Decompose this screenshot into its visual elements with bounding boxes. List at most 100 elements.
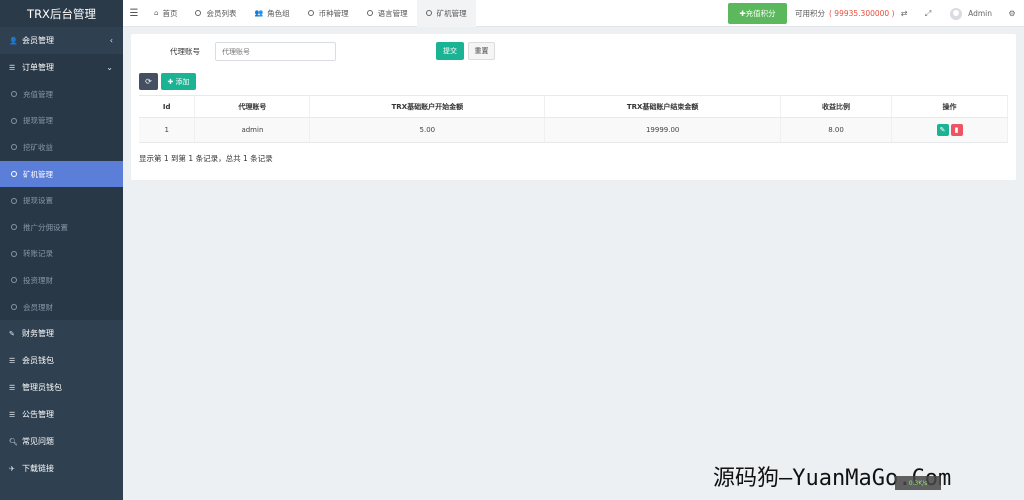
sidebar-subitem-label: 挖矿收益 [23,142,53,152]
row-actions: ✎ ▮ [936,124,963,136]
menu-toggle-icon[interactable]: ☰ [123,8,145,19]
tab-language[interactable]: 语言管理 [358,0,417,27]
pencil-icon: ✎ [939,126,946,134]
list-icon: ☰ [9,356,16,365]
circle-icon [11,117,17,124]
sidebar-subitem-label: 提现设置 [23,196,53,206]
cell-agent-account: admin [194,117,311,143]
circle-icon [366,10,373,16]
fullscreen-icon[interactable]: ⤢ [916,9,940,19]
topbar-right: ⇄ ⤢ Admin ⚙ [892,0,1024,27]
avatar[interactable] [950,7,963,20]
sidebar-subitem-investment[interactable]: 投资理财 [0,267,123,294]
app-title: TRX后台管理 [0,0,123,27]
recharge-points-button[interactable]: ✚充值积分 [728,3,787,24]
tab-label: 语言管理 [377,8,408,18]
sidebar-item-admin-wallet[interactable]: ☰ 管理员钱包 [0,374,123,401]
points-value: ( 99935.300000 ) [829,9,895,18]
sidebar-subitem-mining-income[interactable]: 挖矿收益 [0,134,123,161]
column-header-end-amount[interactable]: TRX基础账户结束金额 [544,95,782,118]
edit-button[interactable]: ✎ [936,124,949,136]
users-icon: 👥 [254,9,264,17]
tab-roles[interactable]: 👥 角色组 [245,0,298,27]
cell-actions: ✎ ▮ [891,117,1008,143]
trash-icon: ▮ [954,126,959,134]
pagination-info: 显示第 1 到第 1 条记录，总共 1 条记录 [139,154,273,163]
gear-icon[interactable]: ⚙ [1000,9,1024,18]
circle-icon [11,144,17,151]
column-header-start-amount[interactable]: TRX基础账户开始金额 [309,95,546,118]
circle-icon [11,304,17,311]
sidebar-item-download-links[interactable]: ✈ 下载链接 [0,455,123,482]
sidebar-item-faq[interactable]: 🔍︎ 常见问题 [0,428,123,455]
user-icon: 👤 [9,36,18,45]
sidebar-subitem-label: 充值管理 [23,89,53,99]
sidebar-item-member-management[interactable]: 👤 会员管理 ‹ [0,27,123,54]
sidebar-subitem-transfer-records[interactable]: 转账记录 [0,241,123,268]
sidebar-item-label: 会员管理 [22,36,54,45]
sidebar-subitem-label: 提现管理 [23,116,53,126]
sidebar-subitem-commission-settings[interactable]: 推广分佣设置 [0,214,123,241]
sidebar-item-label: 订单管理 [22,63,54,72]
edit-icon: ✎ [9,329,15,338]
circle-icon [195,10,202,16]
sidebar-item-label: 管理员钱包 [22,383,62,393]
sidebar-subitem-withdraw[interactable]: 提现管理 [0,108,123,135]
available-points: 可用积分 ( 99935.300000 ) [795,0,895,27]
circle-icon [11,197,17,204]
tab-label: 矿机管理 [436,8,467,18]
tab-member-list[interactable]: 会员列表 [186,0,245,27]
order-submenu: 充值管理 提现管理 挖矿收益 矿机管理 提现设置 推广分佣设置 转账记录 投资理… [0,81,123,321]
main-panel: 代理账号 提交 重置 ⟳ ✚ 添加 Id 代理账号 TRX基础账户开始金额 TR… [131,34,1016,180]
tab-label: 会员列表 [206,8,237,18]
cell-id: 1 [139,117,196,143]
sidebar-item-order-management[interactable]: ☰ 订单管理 ⌄ [0,54,123,81]
sidebar-subitem-label: 推广分佣设置 [23,222,68,232]
sidebar: TRX后台管理 👤 会员管理 ‹ ☰ 订单管理 ⌄ 充值管理 提现管理 挖矿收益… [0,0,123,500]
table-header-row: Id 代理账号 TRX基础账户开始金额 TRX基础账户结束金额 收益比例 操作 [139,95,1008,118]
sidebar-item-label: 财务管理 [22,329,54,339]
top-navbar: ☰ ⌂ 首页 会员列表 👥 角色组 币种管理 语言管理 矿机管理 ✚充值积分 可用积… [123,0,1024,27]
circle-icon [11,277,17,284]
circle-icon [11,171,17,178]
tab-currency[interactable]: 币种管理 [299,0,358,27]
miner-table: Id 代理账号 TRX基础账户开始金额 TRX基础账户结束金额 收益比例 操作 … [139,95,1008,143]
reset-button[interactable]: 重置 [468,42,495,60]
language-icon[interactable]: ⇄ [892,9,916,18]
circle-icon [11,250,17,257]
column-header-id[interactable]: Id [139,95,196,118]
sidebar-subitem-label: 矿机管理 [23,169,53,179]
tab-home[interactable]: ⌂ 首页 [145,0,186,27]
sidebar-item-announcements[interactable]: ☰ 公告管理 [0,401,123,428]
sidebar-subitem-miner-management[interactable]: 矿机管理 [0,160,123,188]
cell-start-amount: 5.00 [309,117,546,143]
sidebar-subitem-recharge[interactable]: 充值管理 [0,81,123,108]
admin-name[interactable]: Admin [968,9,992,18]
cell-profit-ratio: 8.00 [780,117,893,143]
column-header-profit-ratio[interactable]: 收益比例 [780,95,893,118]
sidebar-subitem-label: 会员理财 [23,302,53,312]
column-header-agent-account[interactable]: 代理账号 [194,95,311,118]
home-icon: ⌂ [154,9,159,17]
tab-miner-management[interactable]: 矿机管理 [416,0,476,27]
sidebar-item-label: 会员钱包 [22,356,54,366]
list-icon: ☰ [9,410,16,419]
sidebar-subitem-member-finance[interactable]: 会员理财 [0,294,123,321]
tab-label: 角色组 [267,8,290,18]
network-speed-badge: 0.3K/s [895,476,941,490]
delete-button[interactable]: ▮ [950,124,963,136]
refresh-button[interactable]: ⟳ [139,73,158,90]
sidebar-subitem-withdraw-settings[interactable]: 提现设置 [0,187,123,214]
submit-button[interactable]: 提交 [436,42,464,60]
tab-label: 首页 [162,8,178,18]
sidebar-item-finance[interactable]: ✎ 财务管理 [0,320,123,347]
search-form: 代理账号 提交 重置 [131,42,1016,61]
chevron-down-icon: ⌄ [106,63,113,72]
sidebar-subitem-label: 投资理财 [23,275,53,285]
sidebar-subitem-label: 转账记录 [23,249,53,259]
plane-icon: ✈ [9,464,15,473]
agent-account-input[interactable] [215,42,336,61]
sidebar-item-member-wallet[interactable]: ☰ 会员钱包 [0,347,123,374]
refresh-icon: ⟳ [145,77,152,86]
add-button[interactable]: ✚ 添加 [161,73,196,90]
